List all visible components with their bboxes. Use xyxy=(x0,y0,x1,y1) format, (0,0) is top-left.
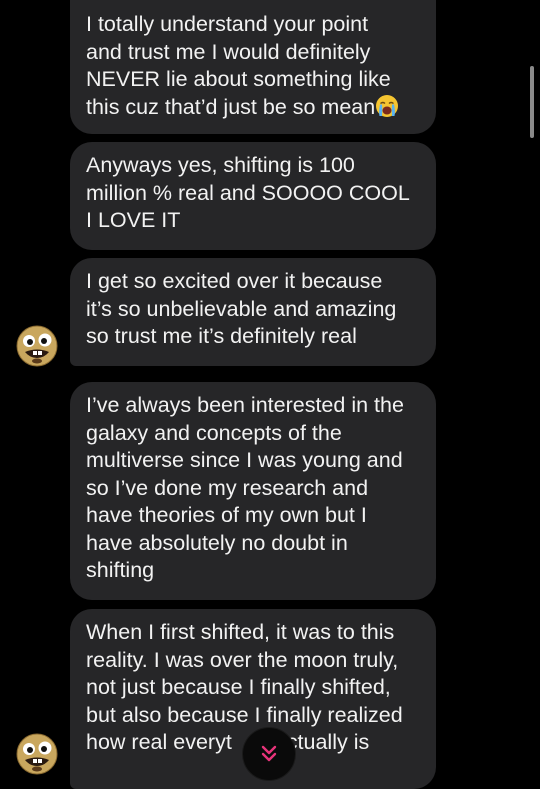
message-bubble[interactable]: I totally understand your point and trus… xyxy=(70,0,436,134)
message-bubble[interactable]: I get so excited over it because it’s so… xyxy=(70,258,436,366)
message-text: I totally understand your point and trus… xyxy=(86,12,391,119)
scrollbar-thumb[interactable] xyxy=(530,66,534,138)
message-bubble[interactable]: Anyways yes, shifting is 100 million % r… xyxy=(70,142,436,250)
double-chevron-down-icon xyxy=(261,745,277,762)
jump-to-latest-button[interactable] xyxy=(243,728,295,780)
message-text: Anyways yes, shifting is 100 million % r… xyxy=(86,153,410,232)
goofy-face-avatar-icon[interactable] xyxy=(16,733,58,775)
goofy-face-avatar-icon[interactable] xyxy=(16,325,58,367)
message-bubble[interactable]: I’ve always been interested in the galax… xyxy=(70,382,436,600)
crying-face-icon xyxy=(376,94,399,117)
message-text: I’ve always been interested in the galax… xyxy=(86,393,404,582)
message-text: I get so excited over it because it’s so… xyxy=(86,269,397,348)
message-thread: I totally understand your point and trus… xyxy=(0,0,540,789)
message-text: When I first shifted, it was to this rea… xyxy=(86,620,403,754)
